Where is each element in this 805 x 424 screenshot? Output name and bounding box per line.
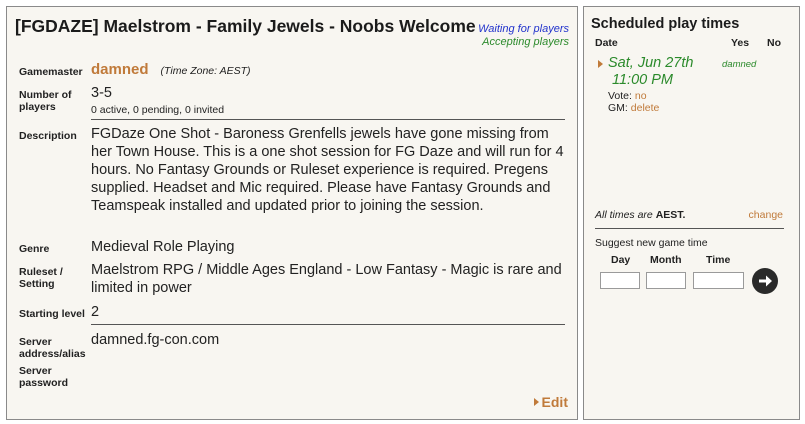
- gamemaster-row: damned (Time Zone: AEST): [91, 61, 251, 80]
- suggest-time-label: Suggest new game time: [595, 237, 708, 249]
- server-password-label: Server password: [19, 365, 69, 389]
- game-details-panel: [FGDAZE] Maelstrom - Family Jewels - Noo…: [6, 6, 578, 420]
- vote-row: Vote: no: [608, 90, 647, 102]
- divider: [91, 324, 565, 325]
- ruleset-value: Maelstrom RPG / Middle Ages England - Lo…: [91, 262, 562, 296]
- starting-level-value: 2: [91, 304, 100, 320]
- slot-gm-name: damned: [722, 59, 757, 70]
- divider: [595, 228, 784, 229]
- players-breakdown: 0 active, 0 pending, 0 invited: [91, 104, 225, 116]
- col-no-header: No: [767, 37, 781, 49]
- col-yes-header: Yes: [731, 37, 750, 49]
- status-waiting: Waiting for players: [478, 23, 569, 35]
- day-input[interactable]: [600, 272, 640, 289]
- players-label: Number of players: [19, 89, 72, 113]
- gm-action-label: GM:: [608, 102, 628, 114]
- ruleset-label: Ruleset / Setting: [19, 266, 63, 290]
- edit-button[interactable]: Edit: [533, 394, 568, 410]
- gamemaster-label: Gamemaster: [19, 66, 83, 78]
- game-title: [FGDAZE] Maelstrom - Family Jewels - Noo…: [15, 16, 476, 36]
- divider: [91, 119, 565, 120]
- description-text: FGDaze One Shot - Baroness Grenfells jew…: [91, 126, 564, 214]
- players-count: 3-5: [91, 85, 112, 101]
- col-date-header: Date: [595, 37, 618, 49]
- timezone-note-zone: AEST.: [655, 209, 686, 221]
- description-label: Description: [19, 130, 77, 142]
- slot-date: Sat, Jun 27th: [608, 55, 694, 71]
- gm-action-row: GM: delete: [608, 102, 659, 114]
- change-timezone-link[interactable]: change: [749, 209, 783, 221]
- genre-value: Medieval Role Playing: [91, 239, 235, 255]
- timezone-note: All times are AEST.: [595, 209, 685, 221]
- server-label: Server address/alias: [19, 336, 86, 360]
- submit-suggestion-button[interactable]: [752, 268, 778, 294]
- genre-label: Genre: [19, 243, 50, 255]
- slot-time: 11:00 PM: [612, 72, 673, 88]
- vote-label: Vote:: [608, 90, 632, 102]
- month-input[interactable]: [646, 272, 686, 289]
- edit-label: Edit: [541, 394, 568, 410]
- scheduled-slot[interactable]: Sat, Jun 27th 11:00 PM: [608, 55, 693, 89]
- arrow-right-icon: [759, 275, 772, 287]
- schedule-title: Scheduled play times: [591, 16, 740, 32]
- month-header: Month: [650, 254, 682, 266]
- day-header: Day: [611, 254, 631, 266]
- status-accepting: Accepting players: [482, 36, 569, 48]
- timezone-note-prefix: All times are: [595, 209, 653, 221]
- vote-value[interactable]: no: [635, 90, 647, 102]
- triangle-right-icon: [533, 398, 539, 406]
- triangle-right-icon: [598, 60, 603, 68]
- gamemaster-name[interactable]: damned: [91, 61, 149, 78]
- gamemaster-timezone: (Time Zone: AEST): [160, 65, 251, 77]
- time-input[interactable]: [693, 272, 744, 289]
- time-header: Time: [706, 254, 731, 266]
- server-value: damned.fg-con.com: [91, 332, 220, 348]
- schedule-panel: Scheduled play times Date Yes No Sat, Ju…: [583, 6, 800, 420]
- starting-level-label: Starting level: [19, 308, 85, 320]
- delete-link[interactable]: delete: [631, 102, 660, 114]
